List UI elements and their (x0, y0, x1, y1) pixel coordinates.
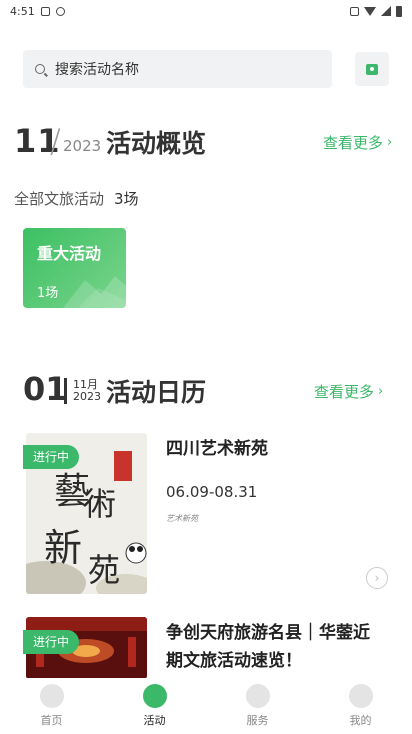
calendar-more-link[interactable]: 查看更多 › (314, 381, 383, 402)
tab-profile[interactable]: 我的 (309, 678, 412, 734)
bug-icon (55, 6, 65, 16)
bottom-tab-bar: 首页 活动 服务 我的 (0, 678, 412, 734)
overview-more-label: 查看更多 (323, 134, 384, 152)
poster-text-3: 新 (44, 526, 82, 570)
activity-icon (142, 684, 167, 708)
event-title-line-2: 期文旅活动速览！ (166, 651, 302, 671)
calendar-day: 01 (23, 370, 68, 408)
calendar-divider (64, 378, 67, 404)
vibrate-icon (350, 6, 359, 16)
status-badge: 进行中 (23, 445, 80, 469)
tab-activities[interactable]: 活动 (103, 678, 206, 734)
tab-home[interactable]: 首页 (0, 678, 103, 734)
chevron-right-icon: › (387, 135, 393, 150)
service-icon (245, 684, 270, 708)
overview-year: 2023 (63, 137, 102, 155)
overview-more-link[interactable]: 查看更多 › (323, 132, 392, 153)
chevron-right-icon: › (378, 384, 384, 399)
poster-text-4: 苑 (88, 551, 120, 589)
event-card[interactable]: 进行中 争创天府旅游名县｜华蓥近 期文旅活动速览！ (23, 617, 395, 679)
tab-label: 活动 (143, 714, 166, 727)
tab-label: 服务 (246, 714, 269, 727)
event-title: 四川艺术新苑 (166, 439, 268, 459)
search-input[interactable]: 搜索活动名称 (23, 50, 332, 88)
notification-icon (40, 6, 50, 16)
event-date: 06.09-08.31 (166, 483, 258, 501)
battery-icon (396, 5, 402, 17)
tab-label: 首页 (40, 714, 63, 727)
event-subtitle: 艺术新苑 (166, 514, 198, 523)
major-card-count: 1场 (37, 286, 59, 301)
scan-button[interactable] (355, 52, 389, 86)
total-count: 3场 (114, 190, 139, 208)
overview-slash: / (50, 122, 61, 160)
calendar-more-label: 查看更多 (314, 383, 375, 401)
camera-icon (366, 63, 378, 75)
event-title-line-1: 争创天府旅游名县｜华蓥近 (166, 623, 370, 643)
signal-icon (381, 6, 391, 16)
status-bar: 4:51 (0, 0, 412, 22)
tab-label: 我的 (349, 714, 372, 727)
calendar-title: 活动日历 (106, 378, 207, 407)
total-activities: 全部文旅活动 3场 (14, 188, 139, 209)
arrow-right-icon[interactable]: › (366, 567, 388, 589)
total-label: 全部文旅活动 (14, 190, 105, 208)
major-card-title: 重大活动 (37, 244, 102, 263)
event-card[interactable]: 藝 術 新 苑 进行中 四川艺术新苑 06.09-08.31 艺术新苑 › (23, 433, 395, 595)
search-icon (35, 64, 45, 74)
status-badge: 进行中 (23, 630, 80, 654)
wifi-icon (364, 6, 376, 16)
status-time: 4:51 (10, 4, 35, 18)
search-placeholder: 搜索活动名称 (55, 62, 139, 78)
major-activity-card[interactable]: 重大活动 1场 (23, 228, 126, 308)
panda-icon (348, 684, 373, 708)
tab-services[interactable]: 服务 (206, 678, 309, 734)
overview-title: 活动概览 (106, 129, 207, 158)
home-icon (39, 684, 64, 708)
poster-text-2: 術 (84, 485, 116, 523)
calendar-year: 2023 (73, 390, 101, 403)
